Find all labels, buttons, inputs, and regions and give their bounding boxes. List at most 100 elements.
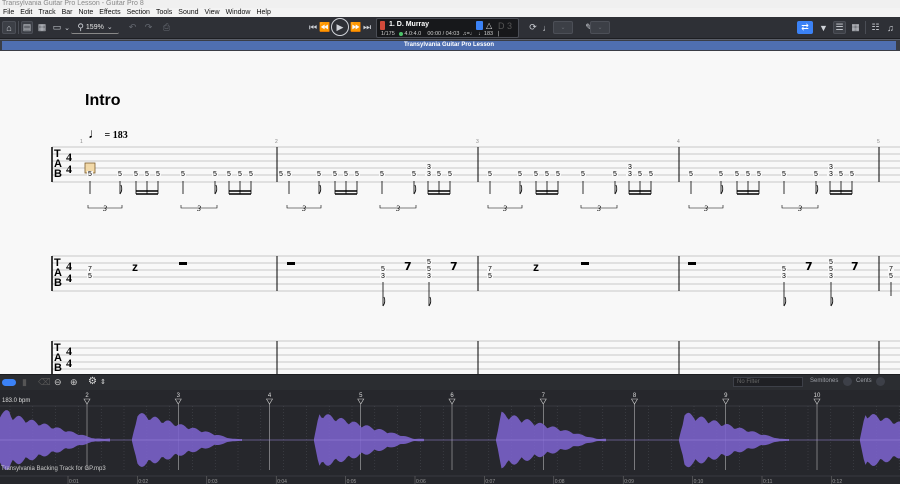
fret-number: 5 xyxy=(156,171,160,178)
tuplet-number: 3 xyxy=(703,204,708,213)
fret-number: 5 xyxy=(850,171,854,178)
filter-input[interactable]: No Filter xyxy=(733,377,803,387)
speed-note-icon[interactable]: ♩ xyxy=(542,21,552,34)
time-tick-label: 0:06 xyxy=(416,479,426,484)
fret-number: 5 xyxy=(380,171,384,178)
fret-number: 5 xyxy=(534,171,538,178)
play-button[interactable]: ▶ xyxy=(331,18,349,36)
fretboard-icon[interactable]: ☰ xyxy=(833,21,846,34)
fret-number: 5 xyxy=(249,171,253,178)
fret-number: 5 xyxy=(829,259,833,266)
waveform-display[interactable]: 2 3 4 5 6 7 8 9 10 0:01 0:02 0:03 0:04 0:05 0:06 0:07 0:… xyxy=(0,390,900,484)
settings-gear-icon[interactable]: ⚙ xyxy=(88,376,97,387)
score-view[interactable]: Intro ♩ = 183 12345TAB44TAB44TAB44555555… xyxy=(0,51,900,374)
menu-section[interactable]: Section xyxy=(124,8,153,17)
previous-bar-icon[interactable]: ⏪ xyxy=(319,21,330,34)
metronome-icon[interactable]: △ xyxy=(486,21,492,30)
menu-track[interactable]: Track xyxy=(35,8,58,17)
fret-number: 5 xyxy=(613,171,617,178)
time-tick-label: 0:07 xyxy=(485,479,495,484)
fret-number: 5 xyxy=(227,171,231,178)
window-title: Transylvania Guitar Pro Lesson - Guitar … xyxy=(0,0,900,8)
menu-file[interactable]: File xyxy=(0,8,17,17)
document-tab[interactable]: Transylvania Guitar Pro Lesson xyxy=(2,41,896,50)
half-rest xyxy=(688,262,696,265)
guitar-track-icon xyxy=(380,21,385,30)
time-tick-label: 0:11 xyxy=(763,479,773,484)
menu-note[interactable]: Note xyxy=(76,8,97,17)
fret-number: 3 xyxy=(829,273,833,280)
cents-knob[interactable] xyxy=(876,377,885,386)
multitrack-icon[interactable]: ⇄ xyxy=(797,21,813,34)
semitones-knob[interactable] xyxy=(843,377,852,386)
next-bar-icon[interactable]: ⏩ xyxy=(350,21,361,34)
main-toolbar: ⌂ ▤ ▦ ▭ ⌄ ⚲ 159% ⌄ ↶ ↷ ⎙ ⏮ ⏪ ▶ ⏩ ⏭ 1. D.… xyxy=(0,17,900,39)
half-rest xyxy=(581,262,589,265)
marker-triangle xyxy=(722,398,730,405)
undo-icon[interactable]: ↶ xyxy=(126,21,139,34)
menu-bar-item[interactable]: Bar xyxy=(59,8,76,17)
audio-settings-icon[interactable]: ♫ xyxy=(884,21,897,34)
guitar-pick-icon[interactable]: ▼ xyxy=(817,21,830,34)
menu-effects[interactable]: Effects xyxy=(96,8,123,17)
speed-field[interactable]: ⌄ xyxy=(553,21,573,34)
audio-toggle-icon[interactable] xyxy=(2,379,16,386)
settings-dropdown-icon[interactable]: ⇕ xyxy=(100,378,106,386)
half-rest xyxy=(287,262,295,265)
tablature-notation[interactable]: 1 2 3 4 5TAB44TAB44TAB445 5 5 5 5 5 5 5 5 53 35 5 5 5 5 5 5 5… xyxy=(0,51,900,374)
lcd-tempo: 183 xyxy=(483,31,494,37)
mixer-icon[interactable]: ☷ xyxy=(869,21,882,34)
bar-number: 5 xyxy=(877,139,880,145)
first-bar-icon[interactable]: ⏮ xyxy=(308,21,318,34)
audio-file-icon[interactable]: ▮ xyxy=(22,377,27,388)
redo-icon[interactable]: ↷ xyxy=(142,21,155,34)
marker-label: 8 xyxy=(633,393,637,399)
fret-number: 5 xyxy=(381,266,385,273)
zoom-icon: ⚲ xyxy=(77,21,84,32)
bar-number: 4 xyxy=(677,139,680,145)
marker-label: 5 xyxy=(359,393,363,399)
pitch-field[interactable]: ⌄ xyxy=(590,21,610,34)
panel-layout-icon[interactable]: ▤ xyxy=(21,21,33,34)
tuplet-number: 3 xyxy=(196,204,201,213)
page-view-icon[interactable]: ▦ xyxy=(36,21,48,34)
marker-triangle xyxy=(630,398,639,405)
loop-icon[interactable]: ⟳ xyxy=(527,21,539,34)
fret-number: 5 xyxy=(355,171,359,178)
time-tick-label: 0:12 xyxy=(832,479,842,484)
zoom-control[interactable]: ⚲ 159% ⌄ xyxy=(71,21,119,34)
bar-number: 2 xyxy=(275,139,278,145)
menu-sound[interactable]: Sound xyxy=(175,8,201,17)
marker-label: 3 xyxy=(177,393,181,399)
eighth-rest: 7 xyxy=(404,260,412,273)
delete-audio-icon[interactable]: ⌫ xyxy=(38,377,51,388)
fret-number: 3 xyxy=(628,171,632,178)
zoom-out-icon[interactable]: ⊖ xyxy=(54,377,62,388)
fret-number: 3 xyxy=(427,164,431,171)
marker-triangle xyxy=(813,398,821,405)
menu-bar: File Edit Track Bar Note Effects Section… xyxy=(0,8,900,17)
view-dropdown-icon[interactable]: ⌄ xyxy=(64,21,70,34)
fret-number: 5 xyxy=(782,171,786,178)
home-icon[interactable]: ⌂ xyxy=(2,21,16,34)
lcd-track-name[interactable]: 1. D. Murray xyxy=(389,21,429,28)
fret-number: 7 xyxy=(88,266,92,273)
time-tick-label: 0:01 xyxy=(69,479,79,484)
track-selector-icon[interactable] xyxy=(476,21,483,30)
zoom-in-icon[interactable]: ⊕ xyxy=(70,377,78,388)
fret-number: 5 xyxy=(317,171,321,178)
menu-tools[interactable]: Tools xyxy=(153,8,175,17)
print-icon[interactable]: ⎙ xyxy=(160,21,173,34)
menu-edit[interactable]: Edit xyxy=(17,8,35,17)
last-bar-icon[interactable]: ⏭ xyxy=(362,21,372,34)
vertical-view-icon[interactable]: ▭ xyxy=(51,21,63,34)
keyboard-icon[interactable]: ▦ xyxy=(849,21,862,34)
menu-help[interactable]: Help xyxy=(253,8,273,17)
menu-view[interactable]: View xyxy=(202,8,223,17)
fret-number: 5 xyxy=(333,171,337,178)
audio-track-area[interactable]: 2 3 4 5 6 7 8 9 10 0:01 0:02 0:03 0:04 0:05 0:06 0:07 0:… xyxy=(0,390,900,484)
menu-window[interactable]: Window xyxy=(223,8,254,17)
marker-label: 6 xyxy=(450,393,454,399)
fret-number: 5 xyxy=(344,171,348,178)
fret-number: 3 xyxy=(829,171,833,178)
